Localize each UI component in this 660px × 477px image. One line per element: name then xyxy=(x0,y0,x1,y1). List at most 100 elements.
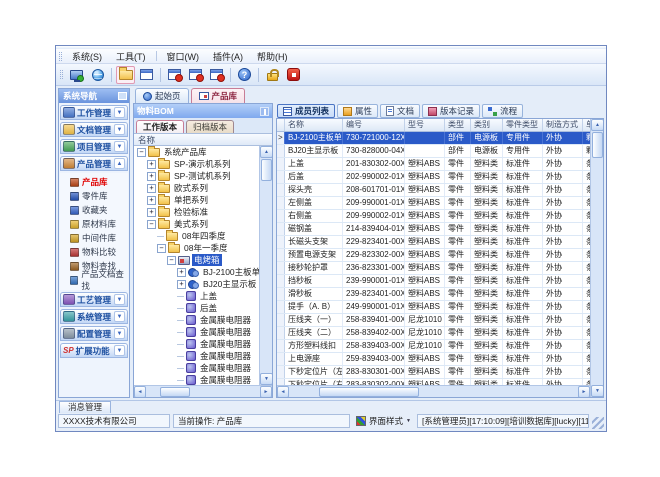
sidebar-panel-2[interactable]: 项目管理▼ xyxy=(60,139,128,154)
sidebar-panel-1[interactable]: 文档管理▼ xyxy=(60,122,128,137)
sidebar-item-中间件库[interactable]: 中间件库 xyxy=(60,231,128,245)
tab-文档[interactable]: 文档 xyxy=(380,104,420,118)
menu-item-0[interactable]: 系统(S) xyxy=(65,49,109,64)
table-row[interactable]: 探头壳208-601701-01X塑料ABS零件塑料类标准件外协条 xyxy=(277,184,590,197)
resize-grip[interactable] xyxy=(592,417,604,429)
sidebar-item-原材料库[interactable]: 原材料库 xyxy=(60,217,128,231)
table-row[interactable]: 长磁头支架229-823401-00X塑料ABS零件塑料类标准件外协条 xyxy=(277,236,590,249)
sidebar-panel-4[interactable]: 工艺管理▼ xyxy=(60,292,128,307)
table-row[interactable]: 滑秒板239-823401-00X塑料ABS零件塑料类标准件外协条 xyxy=(277,288,590,301)
tree-item-BJ20主显示板[interactable]: +BJ20主显示板 xyxy=(134,278,259,290)
scroll-right-button[interactable] xyxy=(260,386,272,398)
column-header-单位[interactable]: 单位 xyxy=(583,119,590,131)
tree-item-金属膜电阻器[interactable]: 金属膜电阻器 xyxy=(134,314,259,326)
sidebar-panel-3[interactable]: 产品管理▲ xyxy=(60,156,128,171)
tab-属性[interactable]: 属性 xyxy=(337,104,378,118)
sidebar-item-收藏夹[interactable]: 收藏夹 xyxy=(60,203,128,217)
tree-item-后盖[interactable]: 后盖 xyxy=(134,302,259,314)
toggle-expand-icon[interactable]: + xyxy=(177,280,186,289)
column-header-类别[interactable]: 类别 xyxy=(471,119,503,131)
scroll-track[interactable] xyxy=(260,182,272,373)
tab-message-management[interactable]: 消息管理 xyxy=(59,401,111,413)
toggle-collapse-icon[interactable]: − xyxy=(147,220,156,229)
table-row[interactable]: >BJ-2100主板单点730-721000-12X部件电源板专用件外协颗 xyxy=(277,132,590,145)
table-row[interactable]: 后盖202-990002-01X塑料ABS零件塑料类标准件外协条 xyxy=(277,171,590,184)
sidebar-collapse-icon[interactable] xyxy=(118,92,127,100)
scroll-thumb[interactable] xyxy=(319,387,419,397)
toolbar-button-lock-icon[interactable] xyxy=(263,66,282,84)
toolbar-button-close-window-icon[interactable] xyxy=(165,66,184,84)
table-row[interactable]: 右侧盖209-990002-01X塑料ABS零件塑料类标准件外协条 xyxy=(277,210,590,223)
table-row[interactable]: 上盖201-830302-00X塑料ABS零件塑料类标准件外协条 xyxy=(277,158,590,171)
toggle-collapse-icon[interactable]: − xyxy=(157,244,166,253)
tab-归档版本[interactable]: 归档版本 xyxy=(186,120,234,133)
scroll-track[interactable] xyxy=(420,386,578,397)
chevron-down-icon[interactable]: ▼ xyxy=(114,124,125,135)
scroll-up-button[interactable] xyxy=(591,119,604,131)
chevron-down-icon[interactable]: ▼ xyxy=(114,345,125,356)
toggle-expand-icon[interactable]: + xyxy=(177,268,186,277)
toggle-collapse-icon[interactable]: − xyxy=(137,148,146,157)
tree-item-金属膜电阻器[interactable]: 金属膜电阻器 xyxy=(134,362,259,374)
scroll-track[interactable] xyxy=(591,159,603,385)
tab-工作版本[interactable]: 工作版本 xyxy=(136,120,184,133)
tree-item-金属膜电阻器[interactable]: 金属膜电阻器 xyxy=(134,350,259,362)
table-row[interactable]: 左侧盖209-990001-01X塑料ABS零件塑料类标准件外协条 xyxy=(277,197,590,210)
toolbar-button-folder-icon[interactable] xyxy=(116,66,135,84)
toggle-expand-icon[interactable]: + xyxy=(147,196,156,205)
sidebar-panel-0[interactable]: 工作管理▼ xyxy=(60,105,128,120)
toggle-expand-icon[interactable]: + xyxy=(147,172,156,181)
tab-起始页[interactable]: 起始页 xyxy=(135,88,189,103)
tab-成员列表[interactable]: 成员列表 xyxy=(277,104,335,118)
toolbar-button-window-list-icon[interactable] xyxy=(207,66,226,84)
scroll-right-button[interactable] xyxy=(578,386,590,397)
column-header-编号[interactable]: 编号 xyxy=(343,119,405,131)
toolbar-button-desktop-icon[interactable] xyxy=(67,66,86,84)
table-row[interactable]: 提手（A. B）249-990001-01X塑料ABS零件塑料类标准件外协条 xyxy=(277,301,590,314)
table-row[interactable]: 方形塑料线扣258-839403-00X尼龙1010零件塑料类标准件外协条 xyxy=(277,340,590,353)
table-row[interactable]: 下秒定位片（左）283-830301-00X塑料ABS零件塑料类标准件外协条 xyxy=(277,366,590,379)
scroll-left-button[interactable] xyxy=(134,386,146,398)
menu-item-1[interactable]: 工具(T) xyxy=(109,49,153,64)
tree-column-header[interactable]: 名称 xyxy=(134,133,272,146)
toggle-expand-icon[interactable]: + xyxy=(147,184,156,193)
tree-item-金属膜电阻器[interactable]: 金属膜电阻器 xyxy=(134,374,259,385)
toggle-expand-icon[interactable]: + xyxy=(147,160,156,169)
table-row[interactable]: 上电源座259-839403-00X塑料ABS零件塑料类标准件外协条 xyxy=(277,353,590,366)
tree-item-08年四季度[interactable]: 08年四季度 xyxy=(134,230,259,242)
tree-item-单把系列[interactable]: +单把系列 xyxy=(134,194,259,206)
scroll-track[interactable] xyxy=(191,386,260,397)
sidebar-panel-6[interactable]: 配置管理▼ xyxy=(60,326,128,341)
table-row[interactable]: 接秒轮护罩236-823301-00X塑料ABS零件塑料类标准件外协条 xyxy=(277,262,590,275)
chevron-down-icon[interactable]: ▼ xyxy=(114,328,125,339)
tab-流程[interactable]: 流程 xyxy=(482,104,523,118)
chevron-down-icon[interactable]: ▼ xyxy=(114,294,125,305)
toggle-expand-icon[interactable]: + xyxy=(147,208,156,217)
tree-item-上盖[interactable]: 上盖 xyxy=(134,290,259,302)
table-row[interactable]: 挡秒板239-990001-01X塑料ABS零件塑料类标准件外协条 xyxy=(277,275,590,288)
tree-item-金属膜电阻器[interactable]: 金属膜电阻器 xyxy=(134,326,259,338)
menu-item-4[interactable]: 插件(A) xyxy=(206,49,250,64)
table-row[interactable]: BJ20主显示板730-828000-04X部件电源板专用件外协颗 xyxy=(277,145,590,158)
scroll-thumb[interactable] xyxy=(592,132,603,158)
column-header-名称[interactable]: 名称 xyxy=(285,119,343,131)
ui-style-dropdown[interactable]: 界面样式 ▼ xyxy=(353,414,414,428)
grid-vertical-scrollbar[interactable] xyxy=(590,119,603,397)
table-row[interactable]: 磁钢盖214-839404-01X塑料ABS零件塑料类标准件外协条 xyxy=(277,223,590,236)
menu-item-5[interactable]: 帮助(H) xyxy=(250,49,295,64)
tree-item-检验标准[interactable]: +检验标准 xyxy=(134,206,259,218)
toolbar-button-exit-icon[interactable] xyxy=(284,66,303,84)
tree-item-金属膜电阻器[interactable]: 金属膜电阻器 xyxy=(134,338,259,350)
sidebar-item-产品库[interactable]: 产品库 xyxy=(60,175,128,189)
tree-horizontal-scrollbar[interactable] xyxy=(134,385,272,397)
sidebar-item-物料比较[interactable]: 物料比较 xyxy=(60,245,128,259)
toolbar-button-globe-icon[interactable] xyxy=(88,66,107,84)
menu-item-3[interactable]: 窗口(W) xyxy=(160,49,207,64)
table-row[interactable]: 压线夹（二）258-839402-00X尼龙1010零件塑料类标准件外协条 xyxy=(277,327,590,340)
sidebar-panel-5[interactable]: 系统管理▼ xyxy=(60,309,128,324)
tab-产品库[interactable]: 产品库 xyxy=(191,88,246,103)
tree-item-BJ-2100主板单点[interactable]: +BJ-2100主板单点 xyxy=(134,266,259,278)
sidebar-item-产品文档查找[interactable]: 产品文档查找 xyxy=(60,273,128,287)
tree-item-SP-演示机系列[interactable]: +SP-演示机系列 xyxy=(134,158,259,170)
tree-vertical-scrollbar[interactable] xyxy=(259,146,272,385)
